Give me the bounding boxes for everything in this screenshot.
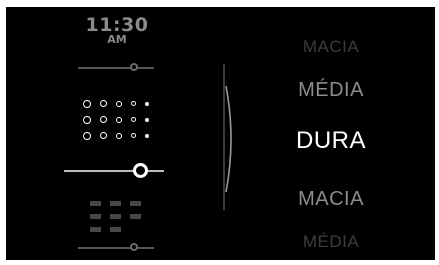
slider-track bbox=[64, 170, 164, 172]
slider-track bbox=[78, 247, 154, 249]
grid-cell bbox=[90, 227, 101, 232]
picker-arc-icon bbox=[225, 85, 232, 193]
dot bbox=[145, 134, 149, 138]
dot bbox=[131, 101, 136, 106]
dot bbox=[145, 102, 149, 106]
dot-row bbox=[83, 130, 155, 146]
slider-track bbox=[78, 67, 154, 69]
slider-knob[interactable] bbox=[133, 163, 148, 178]
picker-item[interactable]: MÉDIA bbox=[276, 232, 386, 252]
picker-item[interactable]: MÉDIA bbox=[276, 79, 386, 102]
dot-row bbox=[83, 114, 155, 130]
dot bbox=[83, 116, 91, 124]
dot bbox=[116, 133, 122, 139]
picker-item[interactable]: MACIA bbox=[276, 188, 386, 211]
dot bbox=[83, 100, 91, 108]
slider-knob bbox=[130, 243, 138, 251]
dot bbox=[116, 101, 122, 107]
slider-knob bbox=[130, 63, 138, 71]
dot bbox=[116, 117, 122, 123]
dot bbox=[100, 116, 107, 123]
clock-time: 11:30 bbox=[85, 14, 149, 36]
device-screen: 11:30 AM MACIA MÉDIA DURA MACIA MÉDIA bbox=[6, 7, 435, 260]
dot bbox=[145, 118, 149, 122]
grid-cell bbox=[90, 201, 101, 206]
grid-cell bbox=[90, 214, 101, 219]
picker-item-selected[interactable]: DURA bbox=[276, 127, 386, 155]
grid-cell bbox=[110, 201, 121, 206]
dot bbox=[100, 132, 107, 139]
grid-cell bbox=[130, 201, 141, 206]
top-slider-icon[interactable] bbox=[78, 62, 154, 74]
dot bbox=[83, 132, 91, 140]
grid-cell bbox=[110, 227, 121, 232]
grid-cell bbox=[110, 214, 121, 219]
bottom-slider-icon[interactable] bbox=[78, 242, 154, 254]
main-slider[interactable] bbox=[64, 163, 164, 179]
dot bbox=[131, 117, 136, 122]
picker-item[interactable]: MACIA bbox=[276, 37, 386, 57]
dot bbox=[100, 100, 107, 107]
dot-pattern-icon[interactable] bbox=[83, 98, 155, 146]
dot bbox=[131, 133, 136, 138]
grid-cell bbox=[130, 214, 141, 219]
clock: 11:30 AM bbox=[80, 15, 154, 45]
dot-row bbox=[83, 98, 155, 114]
